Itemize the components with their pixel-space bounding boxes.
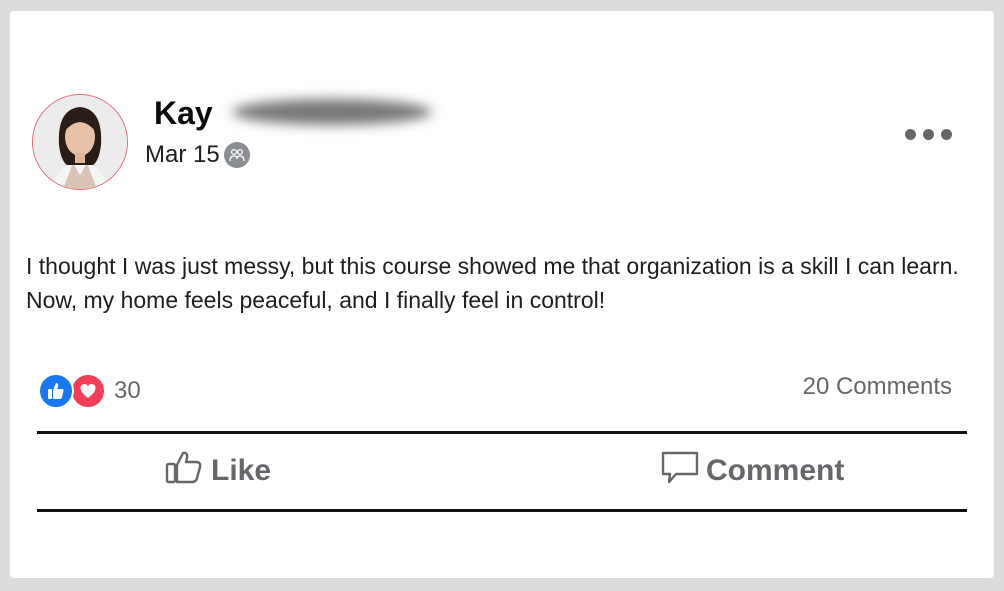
post-meta: Mar 15 bbox=[145, 140, 250, 170]
love-reaction-icon bbox=[70, 373, 106, 409]
comment-button[interactable]: Comment bbox=[660, 451, 844, 491]
redacted-surname bbox=[232, 99, 432, 125]
more-dot-icon bbox=[923, 129, 934, 140]
more-dot-icon bbox=[905, 129, 916, 140]
speech-bubble-icon bbox=[660, 449, 700, 493]
reactions-summary[interactable]: 30 bbox=[38, 371, 141, 411]
divider bbox=[37, 431, 967, 434]
avatar[interactable] bbox=[32, 94, 128, 190]
more-dot-icon bbox=[941, 129, 952, 140]
like-label: Like bbox=[211, 454, 272, 487]
divider bbox=[37, 509, 967, 512]
post-card: Kay Mar 15 I thought I was just messy, b… bbox=[10, 11, 994, 578]
author-name[interactable]: Kay bbox=[154, 93, 213, 133]
thumbs-up-icon bbox=[165, 449, 205, 493]
like-button[interactable]: Like bbox=[165, 451, 271, 491]
comments-count-link[interactable]: 20 Comments bbox=[803, 372, 952, 402]
friends-icon[interactable] bbox=[223, 142, 250, 168]
reaction-count: 30 bbox=[114, 377, 141, 404]
more-options-button[interactable] bbox=[905, 129, 952, 140]
comment-label: Comment bbox=[706, 454, 845, 487]
like-reaction-icon bbox=[38, 373, 74, 409]
post-text: I thought I was just messy, but this cou… bbox=[26, 253, 959, 313]
post-date[interactable]: Mar 15 bbox=[145, 140, 220, 170]
